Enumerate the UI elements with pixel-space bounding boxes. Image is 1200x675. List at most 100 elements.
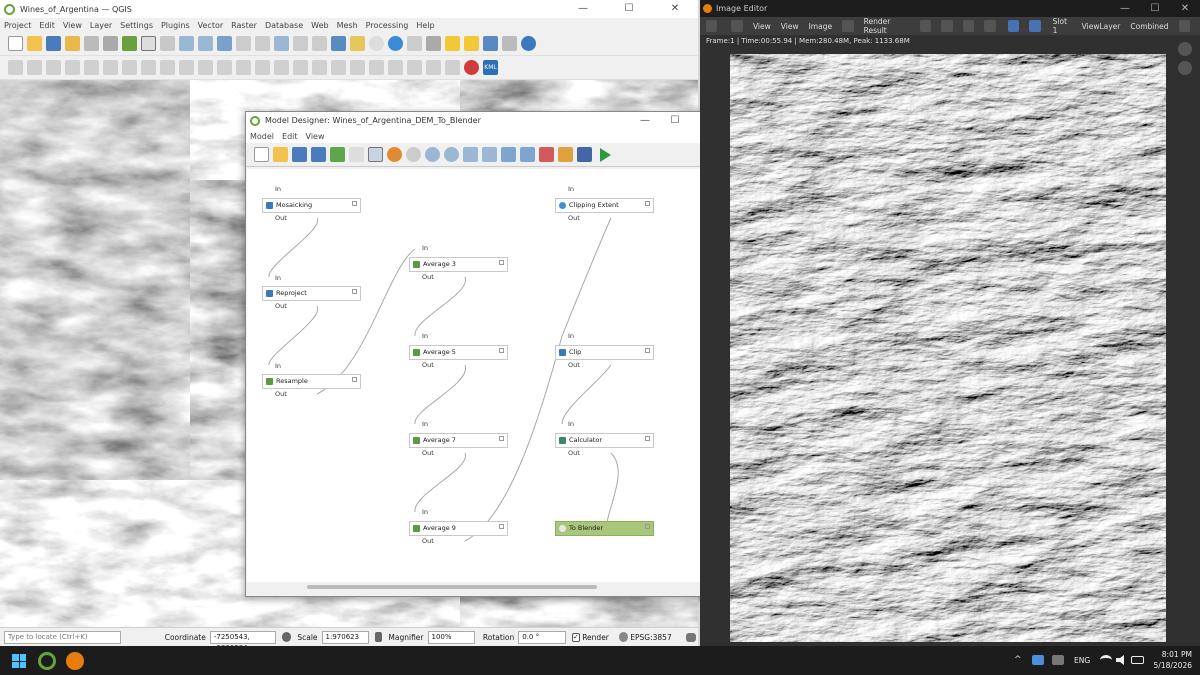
toggle-editing-icon[interactable]	[27, 60, 42, 75]
qgis-taskbar-icon[interactable]	[38, 652, 56, 670]
delete-selected-icon[interactable]	[122, 60, 137, 75]
node-average9[interactable]: Average 9	[409, 521, 508, 536]
horizontal-scrollbar[interactable]	[247, 583, 713, 591]
crs-label[interactable]: EPSG:3857	[630, 633, 671, 642]
export-image-icon[interactable]	[501, 147, 516, 162]
md-redo-icon[interactable]	[406, 147, 421, 162]
highlight-icon[interactable]	[388, 60, 403, 75]
menu-vector[interactable]: Vector	[198, 21, 224, 30]
view-layer-dropdown[interactable]: ViewLayer	[1082, 22, 1121, 31]
label-rules-icon[interactable]	[369, 60, 384, 75]
pan-hand-icon[interactable]	[141, 36, 156, 51]
fake-user-icon[interactable]	[919, 20, 932, 32]
node-edit-icon[interactable]	[645, 201, 650, 206]
save-to-project-icon[interactable]	[330, 147, 345, 162]
new-model-icon[interactable]	[254, 147, 269, 162]
callout-icon[interactable]	[407, 60, 422, 75]
scrollbar-thumb[interactable]	[307, 585, 597, 589]
menu-plugins[interactable]: Plugins	[161, 21, 190, 30]
md-zoom-out-icon[interactable]	[444, 147, 459, 162]
crs-globe-icon[interactable]	[618, 632, 629, 642]
md-undo-icon[interactable]	[387, 147, 402, 162]
md-pan-hand-icon[interactable]	[349, 147, 364, 162]
node-edit-icon[interactable]	[352, 201, 357, 206]
kml-icon[interactable]: KML	[483, 60, 498, 75]
menu-layer[interactable]: Layer	[90, 21, 112, 30]
node-average7[interactable]: Average 7	[409, 433, 508, 448]
view-mode-dropdown[interactable]: View	[753, 22, 771, 31]
pan-hand-icon[interactable]	[1178, 61, 1192, 75]
md-zoom-actual-icon[interactable]	[463, 147, 478, 162]
edit-help-icon[interactable]	[577, 147, 592, 162]
display-channels-icon[interactable]	[1178, 20, 1190, 32]
unlink-icon[interactable]	[984, 20, 996, 32]
temporal-icon[interactable]	[369, 36, 384, 51]
label-icon[interactable]	[236, 60, 251, 75]
scale-field[interactable]: 1:970623	[321, 630, 369, 644]
label-move-icon[interactable]	[293, 60, 308, 75]
node-edit-icon[interactable]	[499, 260, 504, 265]
print-layout-icon[interactable]	[84, 36, 99, 51]
label-pin-icon[interactable]	[255, 60, 270, 75]
rotation-field[interactable]: 0.0 °	[518, 630, 566, 644]
select-features-icon[interactable]	[407, 36, 422, 51]
menu-help[interactable]: Help	[416, 21, 434, 30]
deselect-icon[interactable]	[464, 36, 479, 51]
menu-database[interactable]: Database	[265, 21, 303, 30]
node-edit-icon[interactable]	[645, 348, 650, 353]
attribute-table-icon[interactable]	[426, 36, 441, 51]
zoom-native-icon[interactable]	[274, 36, 289, 51]
md-zoom-in-icon[interactable]	[425, 147, 440, 162]
gizmo-icon[interactable]	[1007, 20, 1020, 32]
md-maximize-button[interactable]: ☐	[660, 112, 690, 130]
menu-settings[interactable]: Settings	[120, 21, 153, 30]
vertex-tool-icon[interactable]	[84, 60, 99, 75]
cut-icon[interactable]	[141, 60, 156, 75]
node-edit-icon[interactable]	[352, 289, 357, 294]
node-to-blender-output[interactable]: To Blender	[555, 521, 654, 536]
blender-maximize-button[interactable]: ☐	[1140, 0, 1170, 18]
layout-manager-icon[interactable]	[103, 36, 118, 51]
annotation-icon[interactable]	[426, 60, 441, 75]
blender-taskbar-icon[interactable]	[66, 652, 84, 670]
menu-project[interactable]: Project	[4, 21, 31, 30]
magnet-snapping-icon[interactable]	[464, 60, 479, 75]
new-project-icon[interactable]	[8, 36, 23, 51]
diagram-icon[interactable]	[350, 60, 365, 75]
select-by-value-icon[interactable]	[445, 36, 460, 51]
node-edit-icon[interactable]	[645, 436, 650, 441]
node-edit-icon[interactable]	[499, 524, 504, 529]
maximize-button[interactable]: ☐	[606, 0, 652, 18]
md-menu-model[interactable]: Model	[250, 132, 274, 141]
md-zoom-full-icon[interactable]	[482, 147, 497, 162]
minimize-button[interactable]: —	[560, 0, 606, 18]
database-icon[interactable]	[521, 36, 536, 51]
toggle-extents-icon[interactable]	[281, 632, 292, 642]
label-show-icon[interactable]	[274, 60, 289, 75]
open-project-icon[interactable]	[27, 36, 42, 51]
render-checkbox[interactable]: ✓	[571, 632, 581, 642]
digitize-icon[interactable]	[8, 60, 23, 75]
open-image-icon[interactable]	[962, 20, 975, 32]
undo-icon[interactable]	[198, 60, 213, 75]
start-button[interactable]	[12, 654, 26, 668]
language-indicator[interactable]: ENG	[1074, 656, 1090, 665]
redo-icon[interactable]	[217, 60, 232, 75]
wifi-icon[interactable]	[1100, 655, 1112, 665]
bookmark-icon[interactable]	[331, 36, 346, 51]
menu-view[interactable]: View	[63, 21, 82, 30]
messages-icon[interactable]	[685, 632, 697, 642]
coordinate-field[interactable]: -7250543, -2860284	[209, 630, 276, 652]
show-bookmarks-icon[interactable]	[350, 36, 365, 51]
zoom-last-icon[interactable]	[293, 36, 308, 51]
editor-type-icon[interactable]	[706, 20, 718, 32]
new-image-icon[interactable]	[941, 20, 953, 32]
lock-scale-icon[interactable]	[374, 632, 383, 642]
node-edit-icon[interactable]	[499, 436, 504, 441]
view-mode-icon[interactable]	[731, 20, 743, 32]
clock-date[interactable]: 5/18/2026	[1148, 661, 1192, 670]
render-result-image[interactable]	[730, 54, 1166, 642]
md-menu-view[interactable]: View	[306, 132, 325, 141]
zoom-selection-icon[interactable]	[236, 36, 251, 51]
export-svg-icon[interactable]	[539, 147, 554, 162]
